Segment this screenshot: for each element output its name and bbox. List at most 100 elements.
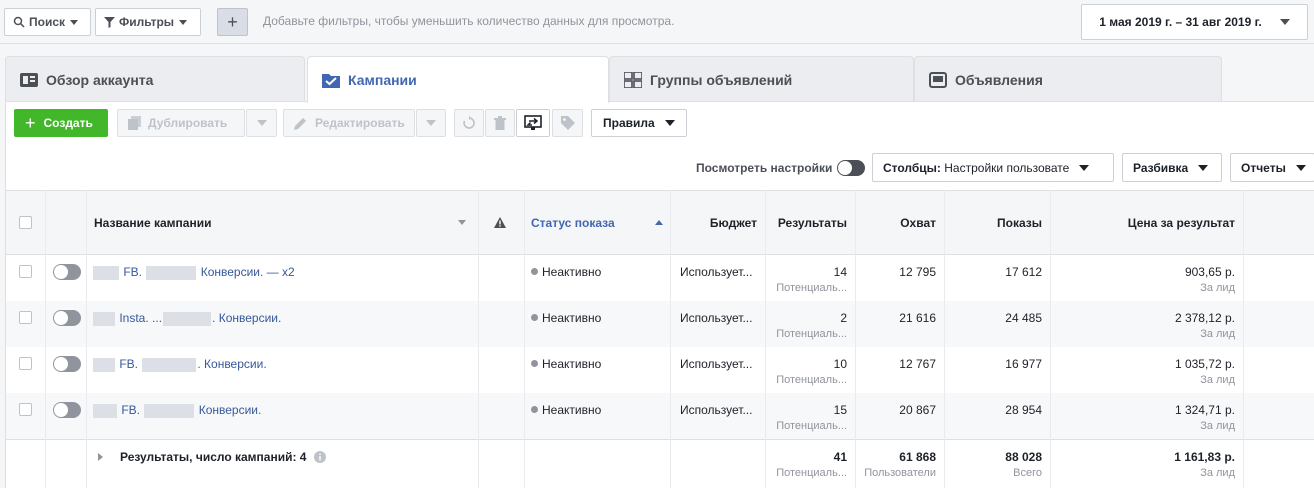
columns-prefix: Столбцы: (883, 160, 941, 175)
header-results[interactable]: Результаты (765, 191, 855, 254)
results-value: 15 (833, 403, 847, 417)
row-checkbox[interactable] (19, 311, 32, 324)
campaign-name-link[interactable]: FB. Конверсии. — х2 (92, 265, 295, 280)
add-filter-button[interactable]: + (217, 8, 248, 36)
total-impressions-value: 88 028 (1005, 450, 1042, 464)
breakdown-label: Разбивка (1133, 160, 1189, 175)
campaigns-panel: + Создать Дублировать Редактировать Прав… (5, 101, 1314, 488)
row-checkbox[interactable] (19, 265, 32, 278)
cost-cell: 903,65 р. За лид (1050, 265, 1235, 294)
campaign-name-part: Insta. ... (119, 311, 163, 325)
header-warnings[interactable] (494, 191, 512, 254)
total-cost-value: 1 161,83 р. (1174, 450, 1235, 464)
header-campaign-name[interactable]: Название кампании (94, 191, 474, 254)
campaign-toggle[interactable] (53, 310, 81, 329)
duplicate-label: Дублировать (148, 116, 228, 130)
total-impressions: 88 028 Всего (944, 450, 1042, 479)
campaign-name-link[interactable]: FB. . Конверсии. (92, 357, 267, 372)
chevron-down-icon (256, 120, 267, 126)
row-checkbox[interactable] (19, 357, 32, 370)
column-divider (765, 190, 766, 488)
plus-icon: + (25, 112, 36, 133)
table-row[interactable]: FB. Конверсии. Неактивно Использует... 1… (6, 393, 1314, 439)
column-divider (86, 190, 87, 488)
top-filter-bar: Поиск Фильтры + Добавьте фильтры, чтобы … (0, 0, 1314, 44)
campaign-toggle[interactable] (53, 264, 81, 283)
header-label: Цена за результат (1127, 215, 1235, 230)
tab-campaigns[interactable]: Кампании (307, 56, 609, 103)
tab-ads[interactable]: Объявления (914, 56, 1222, 102)
header-reach[interactable]: Охват (855, 191, 944, 254)
row-checkbox[interactable] (19, 403, 32, 416)
campaign-toggle[interactable] (53, 356, 81, 375)
swap-arrows-icon (524, 115, 542, 130)
column-divider (670, 190, 671, 488)
columns-dropdown[interactable]: Столбцы: Настройки пользовате (872, 153, 1114, 182)
filters-label: Фильтры (119, 15, 175, 29)
impressions-cell: 28 954 (1005, 403, 1042, 417)
column-divider (45, 190, 46, 488)
filters-button[interactable]: Фильтры (95, 8, 201, 36)
header-budget[interactable]: Бюджет (670, 191, 765, 254)
delivery-status: Неактивно (531, 403, 601, 417)
table-row[interactable]: Insta. ... . Конверсии. Неактивно Использ… (6, 301, 1314, 347)
budget-cell: Использует... (680, 357, 753, 371)
budget-cell: Использует... (680, 403, 753, 417)
status-dot-icon (531, 360, 538, 367)
budget-cell: Использует... (680, 265, 753, 279)
cost-cell: 2 378,12 р. За лид (1050, 311, 1235, 340)
redacted-block (163, 311, 212, 326)
view-settings-toggle[interactable] (837, 160, 865, 179)
campaign-name-part: Конверсии. — х2 (200, 265, 295, 279)
search-button[interactable]: Поиск (4, 8, 91, 36)
delete-button[interactable] (485, 109, 515, 137)
tab-account-overview[interactable]: Обзор аккаунта (5, 56, 305, 102)
sort-asc-icon (655, 220, 663, 225)
trash-icon (494, 116, 506, 130)
total-reach: 61 868 Пользователи (855, 450, 936, 479)
info-icon[interactable] (313, 451, 326, 463)
select-all-checkbox[interactable] (19, 216, 32, 229)
rules-dropdown[interactable]: Правила (591, 109, 687, 137)
header-impressions[interactable]: Показы (944, 191, 1050, 254)
total-results-type: Потенциаль... (776, 467, 847, 479)
results-value: 2 (840, 311, 847, 325)
duplicate-dropdown[interactable] (246, 109, 277, 137)
header-label: Показы (997, 215, 1042, 230)
status-text: Неактивно (542, 357, 602, 371)
table-row[interactable]: FB. Конверсии. — х2 Неактивно Использует… (6, 255, 1314, 301)
reports-dropdown[interactable]: Отчеты (1230, 153, 1314, 182)
table-row[interactable]: FB. . Конверсии. Неактивно Использует...… (6, 347, 1314, 393)
totals-label-text: Результаты, число кампаний: 4 (120, 450, 307, 464)
chevron-down-icon (1079, 164, 1090, 171)
cost-value: 2 378,12 р. (1174, 311, 1235, 325)
tab-ad-sets[interactable]: Группы объявлений (609, 56, 914, 102)
sort-icon (458, 220, 466, 225)
date-range-label: 1 мая 2019 г. – 31 авг 2019 г. (1099, 15, 1262, 29)
expand-arrow-icon[interactable] (98, 453, 103, 461)
breakdown-dropdown[interactable]: Разбивка (1122, 153, 1222, 182)
edit-button[interactable]: Редактировать (283, 109, 415, 137)
header-delivery[interactable]: Статус показа (531, 191, 671, 254)
tag-button[interactable] (552, 109, 583, 137)
column-divider (524, 190, 525, 488)
header-cost-per-result[interactable]: Цена за результат (1050, 191, 1243, 254)
total-reach-value: 61 868 (899, 450, 936, 464)
campaign-name-link[interactable]: Insta. ... . Конверсии. (92, 311, 281, 326)
edit-dropdown[interactable] (416, 109, 446, 137)
create-button[interactable]: + Создать (14, 109, 108, 137)
status-dot-icon (531, 406, 538, 413)
date-range-picker[interactable]: 1 мая 2019 г. – 31 авг 2019 г. (1081, 4, 1308, 40)
duplicate-icon (128, 116, 141, 130)
campaign-name-part: FB. (119, 357, 139, 371)
duplicate-button[interactable]: Дублировать (117, 109, 245, 137)
undo-button[interactable] (454, 109, 484, 137)
reach-cell: 21 616 (899, 311, 936, 325)
cost-type: За лид (1200, 282, 1235, 294)
tab-label: Группы объявлений (650, 71, 793, 88)
ab-test-button[interactable] (516, 109, 550, 137)
toggle-switch (837, 160, 865, 176)
campaign-name-link[interactable]: FB. Конверсии. (92, 403, 261, 418)
campaign-toggle[interactable] (53, 402, 81, 421)
tab-label: Объявления (955, 71, 1043, 88)
